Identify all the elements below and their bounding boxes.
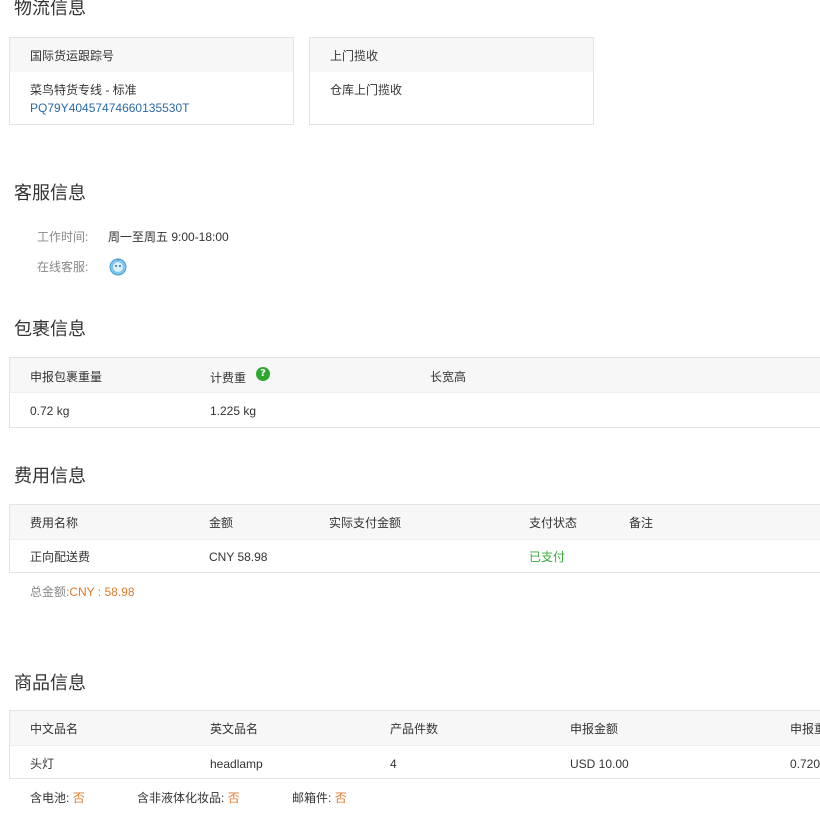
chat-bubble-icon[interactable]	[108, 256, 128, 276]
package-header-dimensions: 长宽高	[430, 370, 467, 384]
customer-service-section-title: 客服信息	[14, 183, 86, 203]
goods-en-name: headlamp	[210, 757, 263, 771]
pickup-card-header: 上门揽收	[330, 49, 379, 63]
package-declared-weight: 0.72 kg	[30, 404, 70, 418]
flag-mailbox-value: 否	[334, 791, 347, 805]
logistics-section-title: 物流信息	[14, 0, 86, 18]
goods-declared-value: USD 10.00	[570, 757, 629, 771]
fees-header-name: 费用名称	[30, 516, 79, 530]
goods-header-declared-weight: 申报重	[790, 722, 820, 736]
tracking-card-header: 国际货运跟踪号	[30, 49, 115, 63]
goods-header-en-name: 英文品名	[210, 722, 259, 736]
fees-header-remark: 备注	[629, 516, 654, 530]
total-amount-value: CNY : 58.98	[69, 585, 135, 599]
flag-battery-value: 否	[72, 791, 85, 805]
flag-battery-label: 含电池:	[30, 791, 70, 805]
flag-cosmetics-value: 否	[227, 791, 240, 805]
tracking-number-link[interactable]: PQ79Y40457474660135530T	[30, 100, 189, 116]
fee-name: 正向配送费	[30, 550, 91, 564]
flag-mailbox-label: 邮箱件:	[292, 791, 332, 805]
tracking-card: 国际货运跟踪号 菜鸟特货专线 - 标准 PQ79Y404574746601355…	[9, 37, 294, 125]
fees-table: 费用名称 金额 实际支付金额 支付状态 备注 正向配送费 CNY 58.98 已…	[9, 504, 820, 573]
pickup-card: 上门揽收 仓库上门揽收	[309, 37, 594, 125]
package-billed-weight: 1.225 kg	[210, 404, 257, 418]
fees-table-header	[10, 505, 820, 540]
flag-cosmetics-label: 含非液体化妆品:	[137, 791, 225, 805]
work-hours-label: 工作时间:	[37, 230, 89, 244]
shipment-detail-page: 物流信息 国际货运跟踪号 菜鸟特货专线 - 标准 PQ79Y4045747466…	[0, 0, 820, 820]
shipping-line-name: 菜鸟特货专线 - 标准	[30, 83, 137, 97]
package-section-title: 包裹信息	[14, 319, 86, 339]
fee-amount: CNY 58.98	[209, 550, 268, 564]
flag-battery: 含电池: 否	[30, 790, 85, 806]
package-table-header	[10, 358, 820, 393]
package-table: 申报包裹重量 计费重 ? 长宽高 0.72 kg 1.225 kg	[9, 357, 820, 428]
package-header-billed-weight: 计费重	[210, 371, 247, 385]
fees-header-actual-paid: 实际支付金额	[329, 516, 402, 530]
fees-section-title: 费用信息	[14, 466, 86, 486]
payment-status-badge: 已支付	[529, 550, 566, 564]
pickup-method: 仓库上门揽收	[330, 83, 403, 97]
fees-header-payment-status: 支付状态	[529, 516, 578, 530]
goods-declared-weight: 0.720	[790, 757, 820, 771]
goods-header-cn-name: 中文品名	[30, 722, 79, 736]
fees-header-amount: 金额	[209, 516, 234, 530]
online-service-label: 在线客服:	[37, 260, 89, 274]
flag-mailbox: 邮箱件: 否	[292, 790, 347, 806]
package-header-declared-weight: 申报包裹重量	[30, 370, 103, 384]
work-hours-value: 周一至周五 9:00-18:00	[108, 230, 229, 244]
flag-cosmetics: 含非液体化妆品: 否	[137, 790, 240, 806]
help-icon[interactable]: ?	[256, 367, 270, 381]
total-amount: 总金额:CNY : 58.98	[30, 584, 135, 600]
goods-table: 中文品名 英文品名 产品件数 申报金额 申报重 头灯 headlamp 4 US…	[9, 710, 820, 779]
goods-section-title: 商品信息	[14, 673, 86, 693]
goods-quantity: 4	[390, 757, 397, 771]
goods-header-declared-value: 申报金额	[570, 722, 619, 736]
goods-cn-name: 头灯	[30, 757, 55, 771]
total-amount-label: 总金额:	[30, 585, 70, 599]
goods-header-quantity: 产品件数	[390, 722, 439, 736]
